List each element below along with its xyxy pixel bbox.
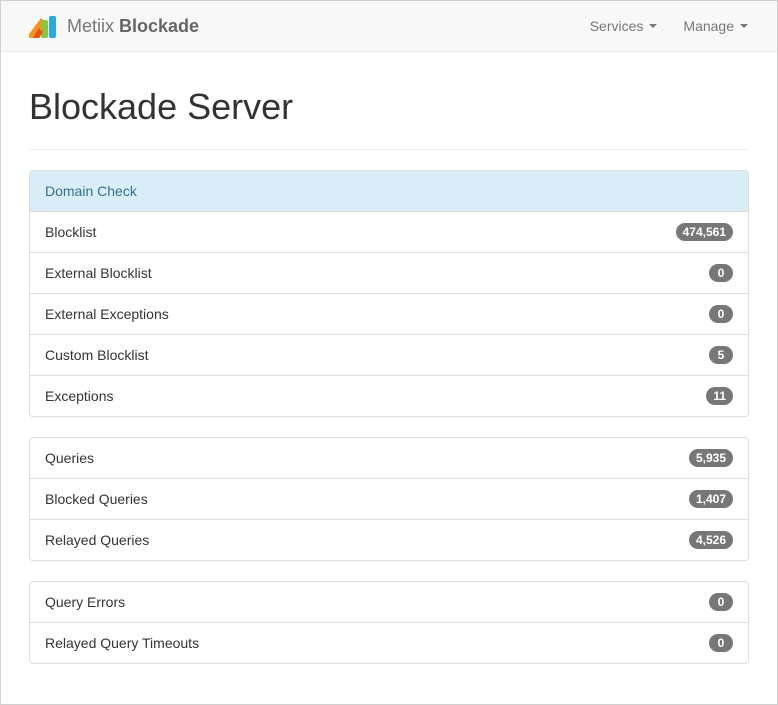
- list-item-label: Relayed Query Timeouts: [45, 635, 200, 651]
- brand-link[interactable]: Metiix Blockade: [29, 1, 199, 51]
- count-badge: 0: [709, 593, 733, 611]
- manage-menu-label: Manage: [683, 18, 734, 34]
- count-badge: 474,561: [675, 223, 733, 241]
- list-item-label: Blocklist: [45, 224, 97, 240]
- queries-list: Queries 5,935 Blocked Queries 1,407 Rela…: [29, 437, 749, 561]
- metiix-logo-icon: [29, 16, 56, 38]
- list-item-query-errors[interactable]: Query Errors 0: [30, 582, 748, 623]
- list-item-label: Queries: [45, 450, 95, 466]
- count-badge: 5: [709, 346, 733, 364]
- list-item-label: Query Errors: [45, 594, 126, 610]
- manage-menu[interactable]: Manage: [670, 1, 761, 51]
- list-item-label: Exceptions: [45, 388, 114, 404]
- chevron-down-icon: [740, 24, 748, 28]
- list-item-external-exceptions[interactable]: External Exceptions 0: [30, 294, 748, 335]
- list-item-label: Blocked Queries: [45, 491, 148, 507]
- brand-prefix: Metiix: [67, 15, 115, 36]
- domain-check-list: Domain Check Blocklist 474,561 External …: [29, 170, 749, 417]
- list-item-custom-blocklist[interactable]: Custom Blocklist 5: [30, 335, 748, 376]
- list-item-external-blocklist[interactable]: External Blocklist 0: [30, 253, 748, 294]
- chevron-down-icon: [649, 24, 658, 28]
- list-item-relayed-queries[interactable]: Relayed Queries 4,526: [30, 520, 748, 560]
- list-item-queries[interactable]: Queries 5,935: [30, 438, 748, 479]
- count-badge: 0: [709, 634, 733, 652]
- list-item-label: External Blocklist: [45, 265, 152, 281]
- count-badge: 5,935: [688, 449, 733, 467]
- services-menu[interactable]: Services: [577, 1, 671, 51]
- list-item-exceptions[interactable]: Exceptions 11: [30, 376, 748, 416]
- errors-list: Query Errors 0 Relayed Query Timeouts 0: [29, 581, 749, 664]
- list-item-blocked-queries[interactable]: Blocked Queries 1,407: [30, 479, 748, 520]
- title-divider: [29, 149, 749, 150]
- count-badge: 0: [709, 305, 733, 323]
- count-badge: 4,526: [688, 531, 733, 549]
- list-item-label: Custom Blocklist: [45, 347, 149, 363]
- brand-name: Blockade: [119, 15, 200, 36]
- list-item-label: Relayed Queries: [45, 532, 150, 548]
- count-badge: 0: [709, 264, 733, 282]
- count-badge: 1,407: [688, 490, 733, 508]
- list-item-blocklist[interactable]: Blocklist 474,561: [30, 212, 748, 253]
- count-badge: 11: [706, 387, 733, 405]
- list-item-label: External Exceptions: [45, 306, 169, 322]
- nav-menu: Services Manage: [577, 1, 761, 51]
- services-menu-label: Services: [589, 18, 644, 34]
- domain-check-header: Domain Check: [30, 171, 748, 212]
- top-navbar: Metiix Blockade Services Manage: [1, 1, 777, 52]
- page-title: Blockade Server: [29, 86, 294, 127]
- list-item-relayed-query-timeouts[interactable]: Relayed Query Timeouts 0: [30, 623, 748, 663]
